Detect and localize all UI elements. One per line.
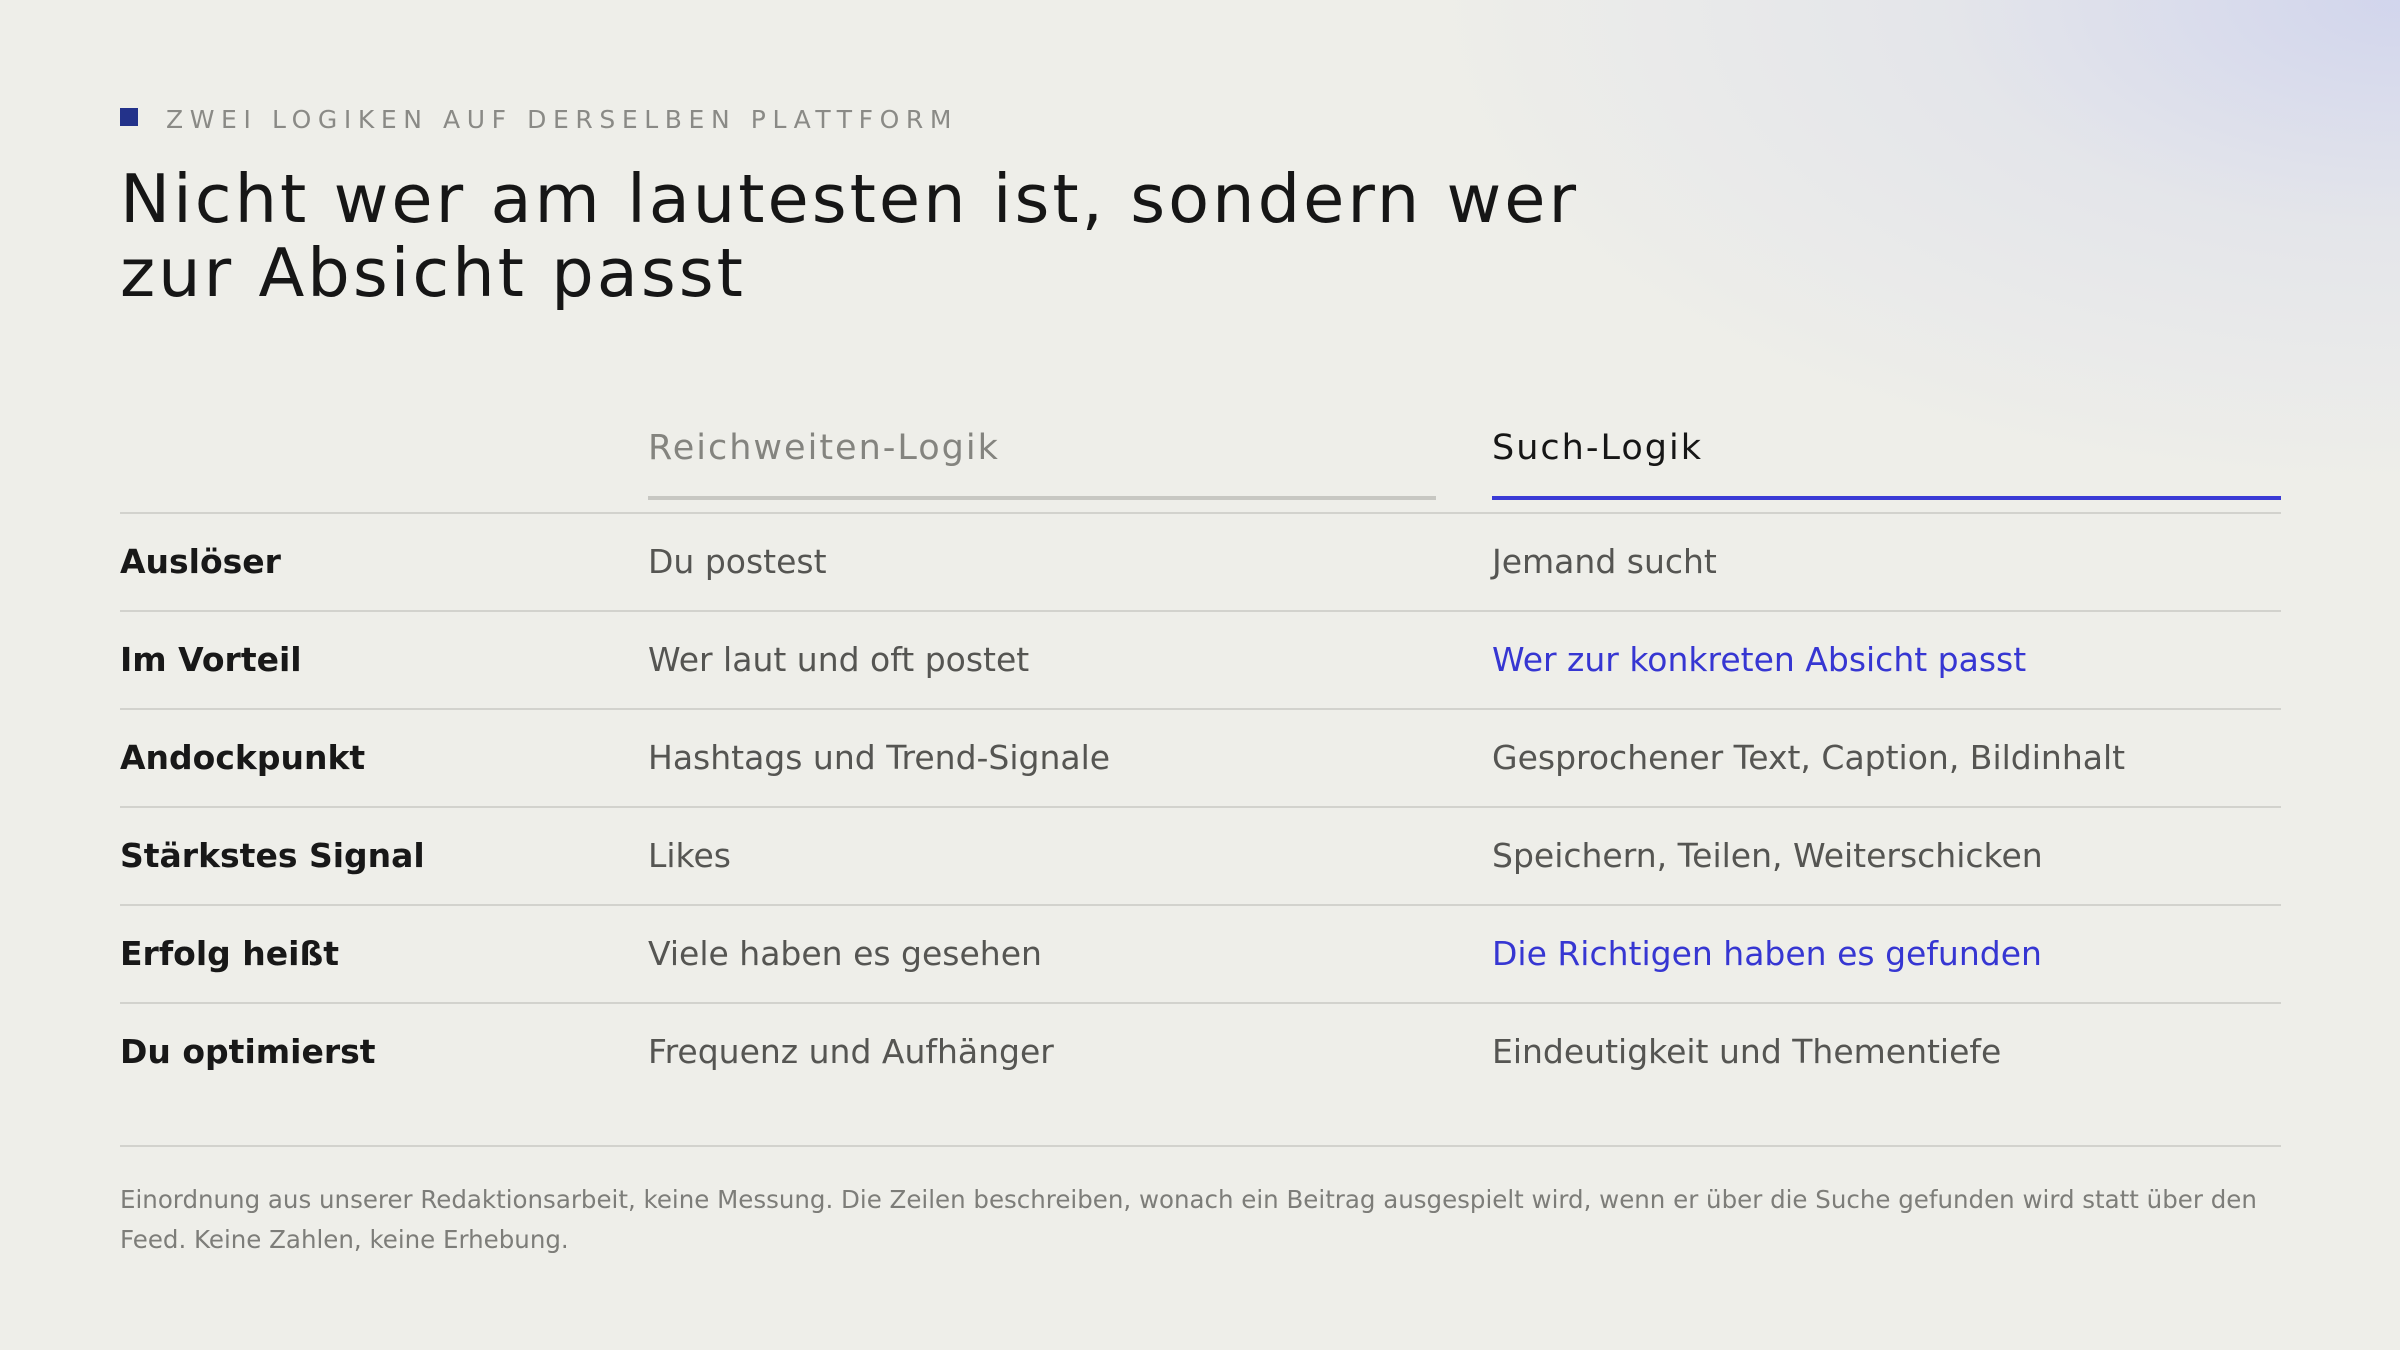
table-row: Erfolg heißt Viele haben es gesehen Die … (120, 906, 2281, 1004)
table-row: Im Vorteil Wer laut und oft postet Wer z… (120, 612, 2281, 710)
column-header-reach-logic: Reichweiten-Logik (648, 428, 1436, 500)
row-label: Du optimierst (120, 1032, 376, 1071)
comparison-table: Auslöser Du postest Jemand sucht Im Vort… (120, 512, 2281, 1100)
row-label: Auslöser (120, 542, 281, 581)
table-row: Stärkstes Signal Likes Speichern, Teilen… (120, 808, 2281, 906)
reach-logic-cell: Hashtags und Trend-Signale (648, 738, 1111, 777)
table-row: Auslöser Du postest Jemand sucht (120, 514, 2281, 612)
footer-divider (120, 1145, 2281, 1147)
row-label: Erfolg heißt (120, 934, 339, 973)
page-title-line-1: Nicht wer am lautesten ist, sondern wer (120, 160, 1580, 238)
search-logic-cell-highlighted: Die Richtigen haben es gefunden (1492, 934, 2042, 973)
reach-logic-cell: Frequenz und Aufhänger (648, 1032, 1054, 1071)
reach-logic-cell: Wer laut und oft postet (648, 640, 1030, 679)
square-bullet-icon (120, 108, 138, 126)
reach-logic-cell: Viele haben es gesehen (648, 934, 1042, 973)
search-logic-cell: Eindeutigkeit und Thementiefe (1492, 1032, 2002, 1071)
table-row: Du optimierst Frequenz und Aufhänger Ein… (120, 1004, 2281, 1100)
column-header-search-logic: Such-Logik (1492, 428, 2281, 500)
kicker-text: ZWEI LOGIKEN AUF DERSELBEN PLATTFORM (166, 104, 959, 134)
row-label: Stärkstes Signal (120, 836, 425, 875)
search-logic-cell-highlighted: Wer zur konkreten Absicht passt (1492, 640, 2027, 679)
search-logic-cell: Jemand sucht (1492, 542, 1717, 581)
page-title: Nicht wer am lautesten ist, sondern wer … (120, 162, 1880, 310)
reach-logic-cell: Du postest (648, 542, 827, 581)
kicker: ZWEI LOGIKEN AUF DERSELBEN PLATTFORM (120, 104, 958, 134)
reach-logic-cell: Likes (648, 836, 731, 875)
search-logic-cell: Gesprochener Text, Caption, Bildinhalt (1492, 738, 2126, 777)
table-row: Andockpunkt Hashtags und Trend-Signale G… (120, 710, 2281, 808)
row-label: Andockpunkt (120, 738, 366, 777)
row-label: Im Vorteil (120, 640, 302, 679)
footnote: Einordnung aus unserer Redaktionsarbeit,… (120, 1185, 2257, 1254)
page-title-line-2: zur Absicht passt (120, 234, 746, 312)
search-logic-cell: Speichern, Teilen, Weiterschicken (1492, 836, 2043, 875)
